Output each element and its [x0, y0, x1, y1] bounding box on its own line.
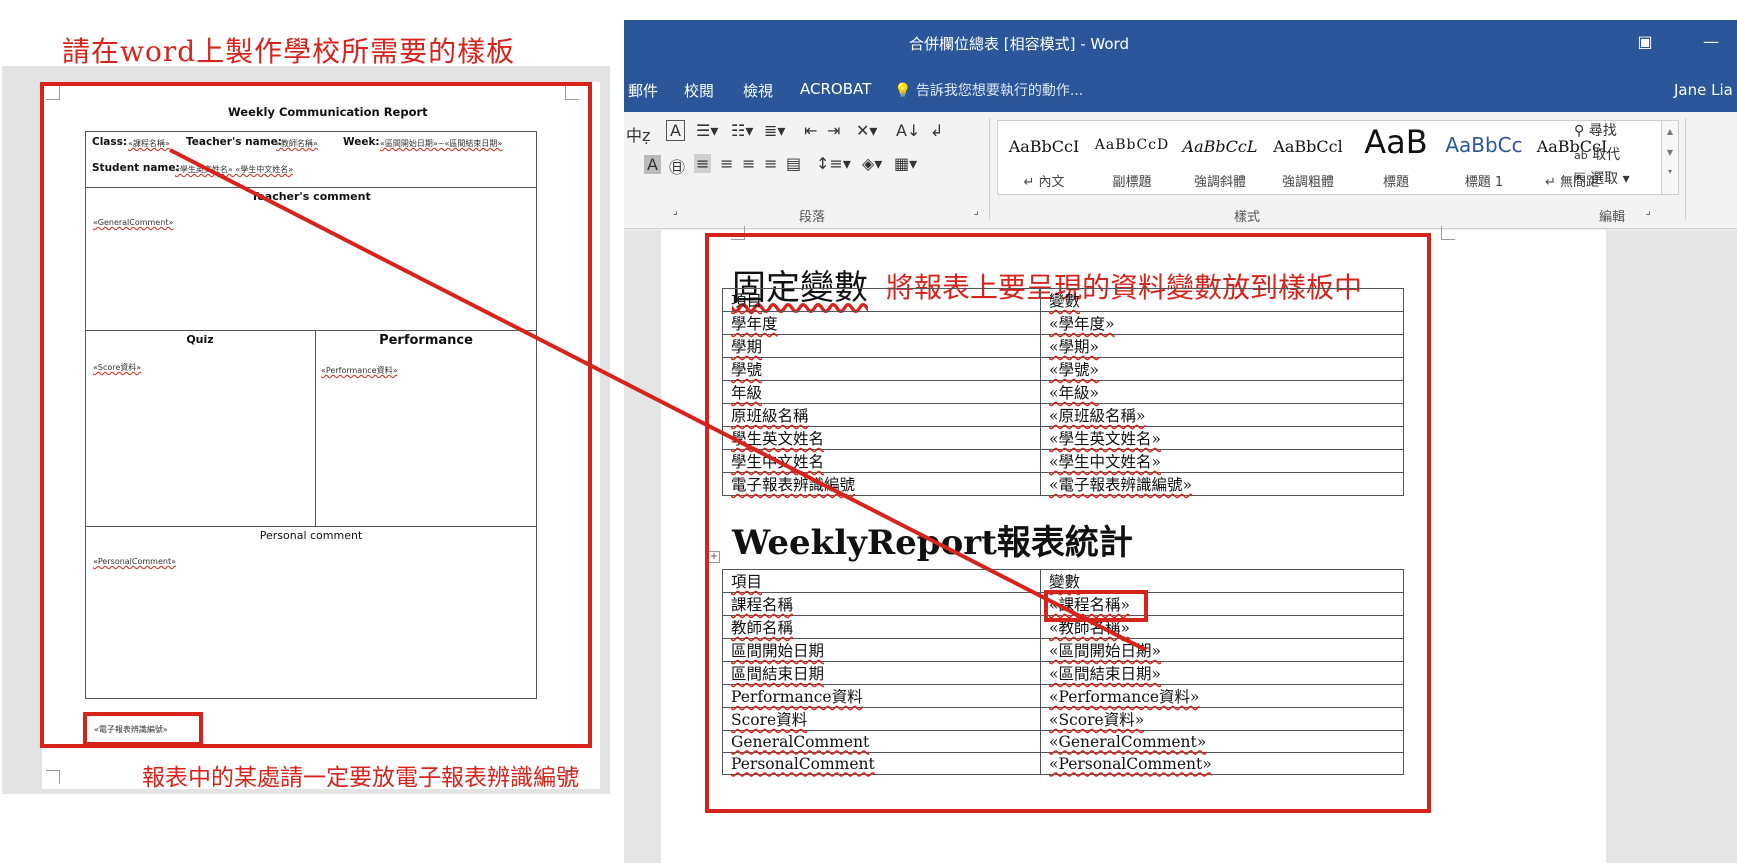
find-button[interactable]: ⚲ 尋找 [1574, 120, 1617, 140]
ribbon-separator [1685, 118, 1686, 220]
style-heading1[interactable]: AaBbCc 標題 1 [1438, 121, 1530, 195]
cursor-icon: ⇱ [1574, 171, 1586, 187]
shading-icon[interactable]: ◈▾ [862, 154, 882, 173]
enclose-characters-icon[interactable]: ㊐ [669, 154, 685, 178]
asian-layout-icon[interactable]: ✕▾ [856, 121, 877, 140]
tell-me-search[interactable]: 💡 告訴我您想要執行的動作... [894, 80, 1083, 100]
align-center-icon[interactable]: ≡ [720, 154, 733, 173]
show-hide-icon[interactable]: ↲ [930, 121, 943, 140]
multilevel-list-icon[interactable]: ≣▾ [764, 121, 785, 140]
sort-icon[interactable]: A↓ [896, 121, 920, 140]
style-title[interactable]: AaB 標題 [1350, 121, 1442, 195]
user-account-name[interactable]: Jane Lia [1674, 81, 1733, 99]
phonetic-guide-icon[interactable]: 中ẓ [626, 122, 650, 146]
group-styles-label: 樣式 [1234, 210, 1261, 225]
character-border-icon[interactable]: A [666, 120, 685, 141]
course-name-highlight-box [1044, 590, 1148, 622]
page-corner-mark [1441, 226, 1455, 240]
paragraph-dialog-launcher-icon[interactable]: ⌟ [673, 206, 678, 217]
report-id-note: 報表中的某處請一定要放電子報表辨識編號 [142, 765, 579, 791]
word-title-bar: 合併欄位總表 [相容模式] - Word ▣ — [624, 20, 1737, 64]
template-highlight-frame [40, 82, 592, 748]
tab-mailings[interactable]: 郵件 [628, 80, 658, 101]
style-normal[interactable]: AaBbCcI ↵ 內文 [998, 121, 1090, 195]
style-emphasis[interactable]: AaBbCcL 強調斜體 [1174, 121, 1266, 195]
group-edit-label: 編輯 [1599, 210, 1626, 225]
group-paragraph-label: 段落 [799, 210, 826, 225]
lightbulb-icon: 💡 [894, 83, 912, 99]
style-subtitle[interactable]: AaBbCcD 副標題 [1086, 121, 1178, 195]
report-id-field: «電子報表辨識編號» [94, 725, 168, 734]
styles-dialog-launcher-icon[interactable]: ⌟ [1646, 206, 1651, 217]
ribbon-tabs: 郵件 校閱 檢視 ACROBAT 💡 告訴我您想要執行的動作... Jane L… [624, 64, 1737, 112]
word-window: 合併欄位總表 [相容模式] - Word ▣ — 郵件 校閱 檢視 ACROBA… [624, 20, 1737, 863]
ribbon-display-options-icon[interactable]: ▣ [1627, 28, 1663, 56]
page-corner-mark [46, 770, 60, 784]
chevron-up-icon[interactable]: ▲ [1662, 127, 1678, 136]
line-spacing-icon[interactable]: ↕≡▾ [816, 154, 851, 173]
minimize-icon[interactable]: — [1693, 28, 1729, 56]
paragraph-dialog-launcher-icon[interactable]: ⌟ [974, 206, 979, 217]
justify-icon[interactable]: ≡ [764, 154, 777, 173]
variables-highlight-frame [705, 233, 1431, 813]
align-right-icon[interactable]: ≡ [742, 154, 755, 173]
search-icon: ⚲ [1574, 123, 1585, 139]
character-shading-icon[interactable]: A [644, 155, 661, 174]
align-left-icon[interactable]: ≡ [694, 154, 712, 173]
tell-me-text: 告訴我您想要執行的動作... [915, 83, 1084, 99]
more-styles-icon[interactable]: ▾ [1662, 167, 1678, 176]
tab-review[interactable]: 校閱 [684, 80, 714, 101]
replace-icon: ab [1574, 149, 1588, 162]
ribbon-separator [989, 118, 990, 220]
replace-button[interactable]: ab 取代 [1574, 144, 1620, 164]
distributed-icon[interactable]: ▤ [786, 154, 801, 173]
tab-acrobat[interactable]: ACROBAT [800, 80, 871, 98]
numbering-icon[interactable]: ☷▾ [731, 121, 753, 140]
ribbon: 中ẓ A A ㊐ ☰▾ ☷▾ ≣▾ ⇤ ⇥ ✕▾ A↓ ↲ ≡ ≡ ≡ ≡ ▤ … [624, 112, 1737, 229]
style-strong[interactable]: AaBbCcl 強調粗體 [1262, 121, 1354, 195]
select-button[interactable]: ⇱ 選取 ▾ [1574, 168, 1630, 188]
left-instruction-title: 請在word上製作學校所需要的樣板 [62, 35, 516, 68]
document-area: 固定變數 將報表上要呈現的資料變數放到樣板中 項目 變數 學年度 «學年度» 學… [624, 226, 1737, 863]
styles-gallery: AaBbCcI ↵ 內文 AaBbCcD 副標題 AaBbCcL 強調斜體 Aa… [997, 120, 1662, 195]
decrease-indent-icon[interactable]: ⇤ [804, 121, 817, 140]
styles-gallery-scroll[interactable]: ▲ ▼ ▾ [1661, 120, 1679, 195]
borders-icon[interactable]: ▦▾ [894, 154, 917, 173]
tab-view[interactable]: 檢視 [743, 80, 773, 101]
chevron-down-icon[interactable]: ▼ [1662, 148, 1678, 157]
window-title: 合併欄位總表 [相容模式] - Word [909, 35, 1129, 53]
increase-indent-icon[interactable]: ⇥ [827, 121, 840, 140]
bullets-icon[interactable]: ☰▾ [696, 121, 718, 140]
